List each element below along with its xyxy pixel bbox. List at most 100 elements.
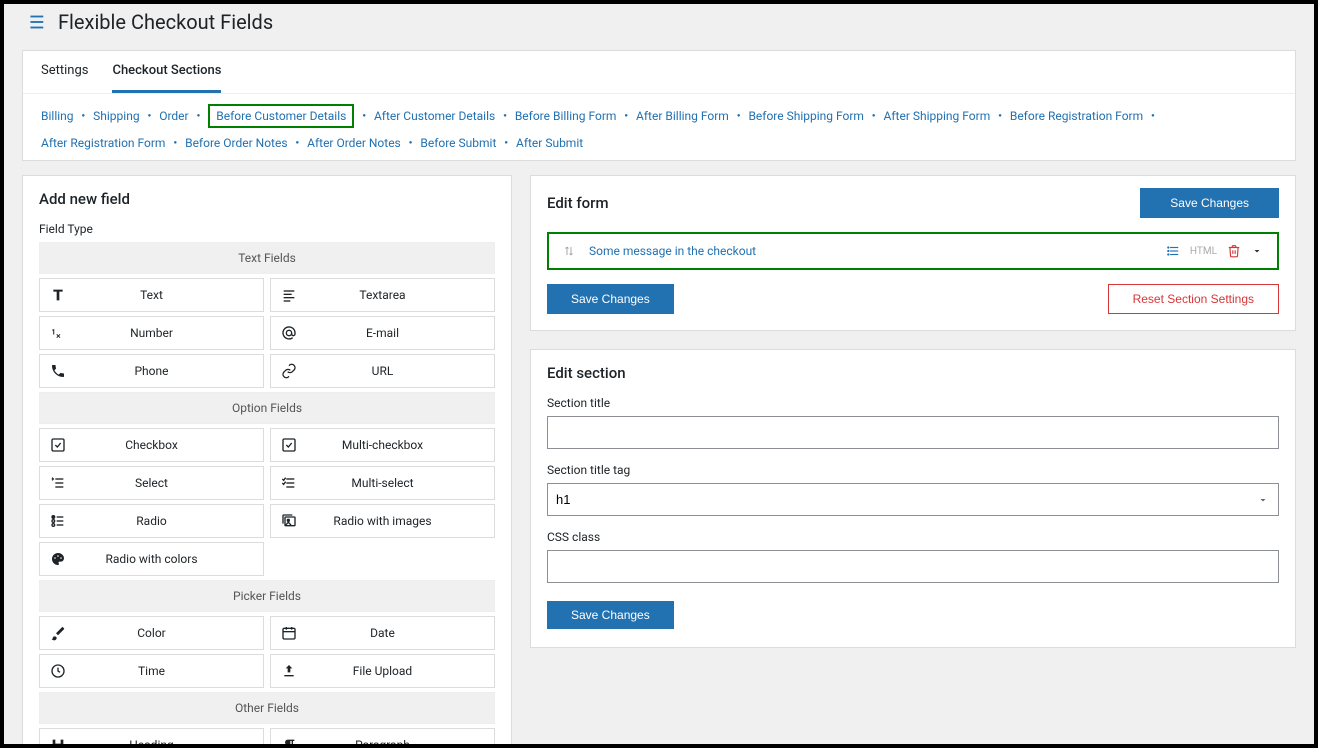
field-type-heading[interactable]: Heading [39,728,264,744]
section-tag-select[interactable] [547,483,1279,516]
field-type-phone[interactable]: Phone [39,354,264,388]
calendar-icon [271,625,307,641]
field-type-multi-select[interactable]: Multi-select [270,466,495,500]
subnav-separator: ● [173,139,177,146]
select-icon [40,475,76,491]
field-type-email[interactable]: E-mail [270,316,495,350]
phone-icon [40,363,76,379]
page-title: Flexible Checkout Fields [58,10,273,34]
subnav-item-before-submit[interactable]: Before Submit [420,136,496,150]
tab-settings[interactable]: Settings [41,51,88,93]
field-type-label: Field Type [39,222,495,236]
subnav-item-before-billing-form[interactable]: Before Billing Form [515,109,617,123]
list-icon [24,11,46,33]
expand-icon[interactable] [1251,245,1263,257]
edit-section-title: Edit section [531,350,1295,396]
field-type-paragraph[interactable]: Paragraph [270,728,495,744]
css-class-input[interactable] [547,550,1279,583]
subnav-separator: ● [737,112,741,119]
group-picker-fields: Picker Fields [39,580,495,612]
section-title-input[interactable] [547,416,1279,449]
subnav-item-before-customer-details[interactable]: Before Customer Details [208,104,354,128]
field-type-radio[interactable]: Radio [39,504,264,538]
subnav-separator: ● [82,112,86,119]
save-changes-button[interactable]: Save Changes [547,284,674,314]
at-icon [271,325,307,341]
add-field-title: Add new field [23,176,511,222]
images-icon [271,513,307,529]
subnav-item-after-shipping-form[interactable]: After Shipping Form [884,109,991,123]
subnav-item-before-registration-form[interactable]: Before Registration Form [1010,109,1143,123]
radio-list-icon [40,513,76,529]
edit-form-panel: Edit form Save Changes Some message in t… [530,175,1296,331]
group-other-fields: Other Fields [39,692,495,724]
subnav-item-after-customer-details[interactable]: After Customer Details [374,109,495,123]
list-settings-icon[interactable] [1166,244,1180,258]
subnav-item-after-registration-form[interactable]: After Registration Form [41,136,165,150]
subnav-separator: ● [197,112,201,119]
subnav-item-order[interactable]: Order [159,109,188,123]
upload-icon [271,663,307,679]
number-icon: 1 [40,325,76,341]
field-type-color[interactable]: Color [39,616,264,650]
section-tag-label: Section title tag [547,463,1279,477]
subnav-item-billing[interactable]: Billing [41,109,74,123]
edit-section-panel: Edit section Section title Section title… [530,349,1296,648]
field-type-textarea[interactable]: Textarea [270,278,495,312]
field-type-checkbox[interactable]: Checkbox [39,428,264,462]
field-type-time[interactable]: Time [39,654,264,688]
subnav-separator: ● [296,139,300,146]
drag-handle-icon[interactable] [563,244,575,258]
multi-checkbox-icon [271,437,307,453]
field-type-multi-checkbox[interactable]: Multi-checkbox [270,428,495,462]
group-option-fields: Option Fields [39,392,495,424]
field-type-radio-images[interactable]: Radio with images [270,504,495,538]
field-type-radio-colors[interactable]: Radio with colors [39,542,264,576]
field-type-text[interactable]: Text [39,278,264,312]
add-field-panel: Add new field Field Type Text Fields Tex… [22,175,512,744]
subnav-item-shipping[interactable]: Shipping [93,109,139,123]
subnav-item-before-order-notes[interactable]: Before Order Notes [185,136,287,150]
save-changes-top-button[interactable]: Save Changes [1140,188,1279,218]
field-type-file[interactable]: File Upload [270,654,495,688]
save-section-button[interactable]: Save Changes [547,601,674,629]
subnav-separator: ● [362,112,366,119]
subnav-separator: ● [409,139,413,146]
palette-icon [40,551,76,567]
subnav-separator: ● [148,112,152,119]
multi-select-icon [271,475,307,491]
brush-icon [40,625,76,641]
edit-form-title: Edit form [547,194,1140,212]
field-type-url[interactable]: URL [270,354,495,388]
field-type-badge: HTML [1190,246,1217,257]
field-type-select[interactable]: Select [39,466,264,500]
content-container: Settings Checkout Sections Billing ● Shipp… [22,50,1296,161]
subnav-separator: ● [998,112,1002,119]
subnav-item-after-submit[interactable]: After Submit [516,136,583,150]
reset-section-button[interactable]: Reset Section Settings [1108,284,1279,314]
field-type-date[interactable]: Date [270,616,495,650]
form-field-label: Some message in the checkout [589,244,1166,258]
clock-icon [40,663,76,679]
heading-icon [40,737,76,744]
subnav-item-after-billing-form[interactable]: After Billing Form [636,109,729,123]
field-type-number[interactable]: 1Number [39,316,264,350]
page-header: Flexible Checkout Fields [4,4,1314,40]
align-left-icon [271,287,307,303]
link-icon [271,363,307,379]
font-icon [40,287,76,303]
primary-tabs: Settings Checkout Sections [23,51,1295,94]
subnav-item-before-shipping-form[interactable]: Before Shipping Form [748,109,863,123]
section-subnav: Billing ● Shipping ● Order ● Before Customer D… [23,94,1295,160]
checkbox-icon [40,437,76,453]
subnav-separator: ● [503,112,507,119]
delete-icon[interactable] [1227,244,1241,258]
subnav-item-after-order-notes[interactable]: After Order Notes [307,136,401,150]
form-field-row[interactable]: Some message in the checkout HTML [547,232,1279,270]
subnav-separator: ● [624,112,628,119]
group-text-fields: Text Fields [39,242,495,274]
css-class-label: CSS class [547,530,1279,544]
tab-checkout-sections[interactable]: Checkout Sections [112,51,221,93]
subnav-separator: ● [504,139,508,146]
subnav-separator: ● [872,112,876,119]
